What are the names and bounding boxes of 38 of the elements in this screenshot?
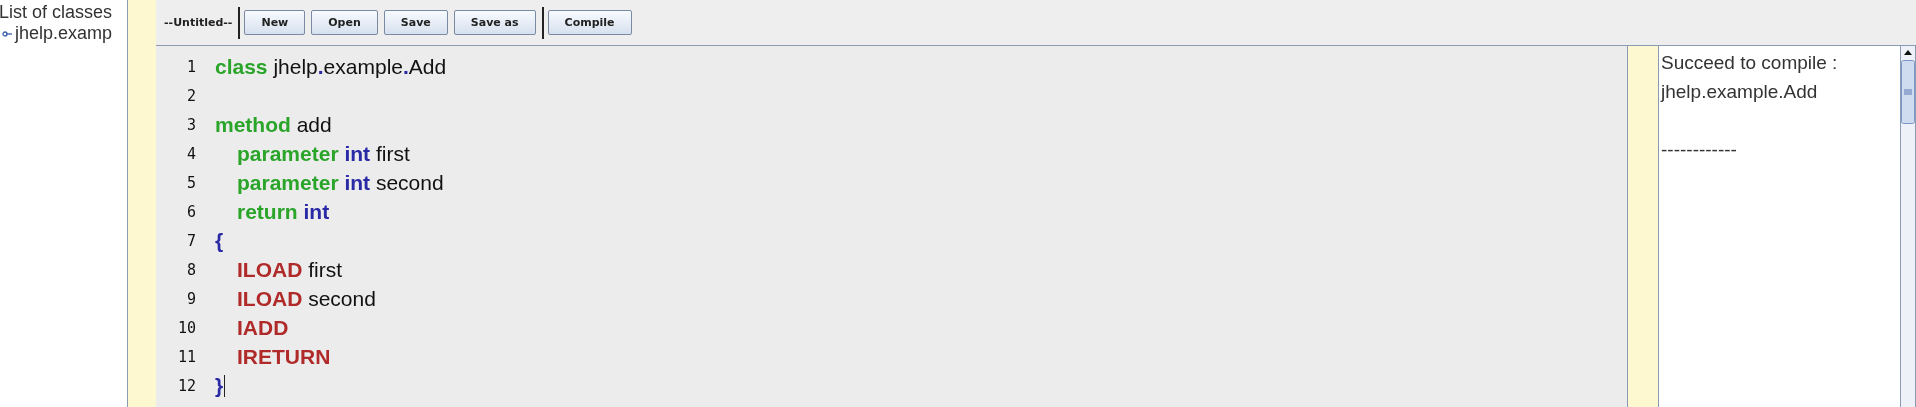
code-line: } [215,373,226,398]
output-line: jhelp.example.Add [1661,80,1819,104]
line-number: 12 [176,376,197,395]
line-number: 7 [185,231,197,250]
code-line: parameter int second [236,170,444,195]
code-line: class jhelp.example.Add [215,54,447,79]
scroll-thumb[interactable] [1901,60,1915,124]
line-number: 3 [185,115,197,134]
line-number: 5 [185,173,197,192]
line-number: 11 [176,347,197,366]
line-number: 9 [185,289,197,308]
code-line: IRETURN [236,344,331,369]
code-line: ILOAD second [236,286,376,311]
scrollbar[interactable] [1900,46,1915,407]
line-number: 2 [185,86,197,105]
code-editor[interactable]: 1 class jhelp.example.Add 2 3 method add 4 parameter int first 5 parameter int second 6 return int 7 { 8 ILOAD first 9 ILOAD second 10 IADD 11 IRETURN 12 } [156,45,1628,407]
code-line: method add [215,112,332,137]
code-line: { [215,228,224,253]
line-number: 4 [185,144,197,163]
line-number: 6 [185,202,197,221]
tree-item[interactable]: jhelp.examp [15,23,113,44]
code-line: parameter int first [236,141,410,166]
line-number: 10 [176,318,197,337]
line-number: 1 [185,57,197,76]
toolbar-button[interactable]: New [244,10,306,35]
toolbar-button[interactable]: Save [383,10,448,35]
toolbar-button[interactable]: Open [311,10,378,35]
toolbar-button[interactable]: Compile [547,10,632,35]
code-line: IADD [236,315,289,340]
code-line: return int [236,199,330,224]
file-name: --Untitled-- [164,16,234,29]
toolbar-button[interactable]: Save as [453,10,536,35]
tree-node-icon [2,29,12,38]
output-line: ------------ [1661,138,1738,162]
line-number: 8 [185,260,197,279]
panel-title: List of classes [0,2,114,23]
code-line: ILOAD first [236,257,342,282]
output-line: Succeed to compile : [1661,51,1839,75]
